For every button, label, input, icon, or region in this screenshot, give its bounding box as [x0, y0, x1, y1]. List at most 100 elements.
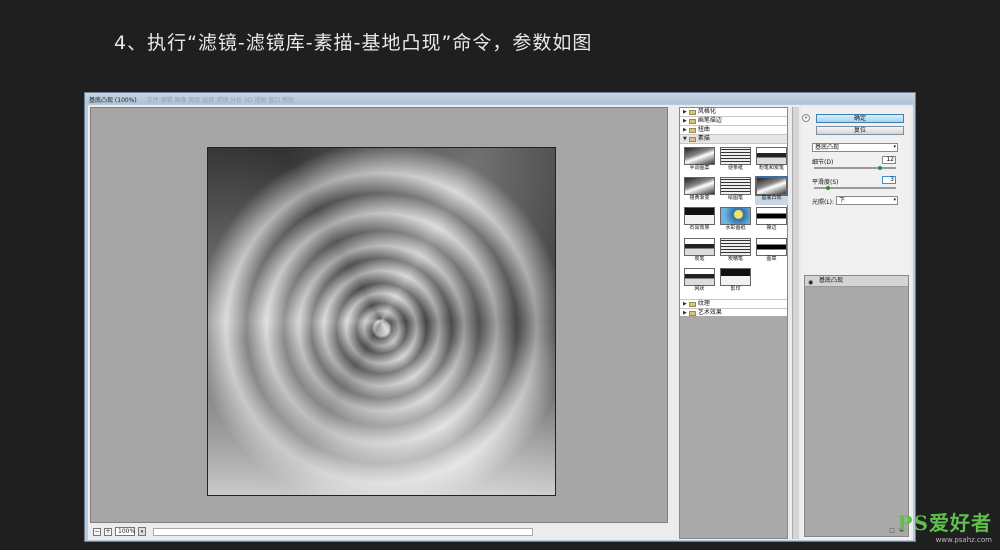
- smoothness-slider-knob[interactable]: [826, 186, 830, 190]
- gallery-empty-area: [680, 316, 787, 538]
- filter-thumbnail-label: 水彩画纸: [725, 225, 746, 232]
- folder-icon: [688, 310, 696, 316]
- dialog-titlebar[interactable]: 基底凸现 (100%) 文件 编辑 图像 图层 选择 滤镜 分析 3D 视图 窗…: [85, 93, 915, 104]
- filter-thumbnail-image: [755, 176, 788, 197]
- filter-thumbnail-image: [756, 237, 787, 256]
- smoothness-value-field[interactable]: 3: [882, 176, 896, 184]
- category-stylize[interactable]: ▶ 风格化: [680, 108, 787, 117]
- preview-area[interactable]: [90, 107, 668, 523]
- collapsed-triangle-icon: ▶: [683, 127, 687, 133]
- gallery-vertical-scrollbar[interactable]: [792, 107, 799, 539]
- watermark-url: www.psahz.com: [935, 536, 992, 544]
- preview-horizontal-scrollbar[interactable]: [153, 527, 533, 536]
- detail-label: 细节(D): [812, 159, 834, 166]
- filter-thumbnail-image: [720, 267, 751, 286]
- filter-thumbnail-label: 炭笔: [694, 255, 705, 262]
- detail-value-field[interactable]: 12: [882, 156, 896, 164]
- filter-thumbnail[interactable]: 水彩画纸: [719, 207, 752, 235]
- filter-thumbnail-image: [720, 237, 751, 256]
- new-effect-layer-icon[interactable]: □: [889, 527, 895, 534]
- filter-thumbnail[interactable]: 撕边: [755, 207, 788, 235]
- eye-icon[interactable]: ◉: [808, 278, 813, 288]
- reset-button[interactable]: 复位: [816, 126, 904, 135]
- filter-thumbnail-label: 粉笔和炭笔: [758, 165, 784, 171]
- filter-thumbnail-label: 铬黄渐变: [689, 195, 710, 202]
- filter-select-value: 基底凸现: [815, 144, 840, 151]
- filter-thumbnail[interactable]: 半调图案: [683, 147, 716, 175]
- filter-thumbnail-label: 图章: [766, 255, 777, 262]
- category-distort[interactable]: ▶ 扭曲: [680, 126, 787, 135]
- filter-thumbnail[interactable]: 炭精笔: [719, 237, 752, 266]
- zoom-dropdown-icon[interactable]: ▾: [138, 527, 146, 536]
- ok-button[interactable]: 确定: [816, 114, 904, 123]
- filter-thumbnail-image: [684, 177, 715, 196]
- collapsed-triangle-icon: ▶: [683, 301, 687, 307]
- watermark: PS爱好者 www.psahz.com: [898, 507, 992, 544]
- expanded-triangle-icon: ▼: [683, 136, 687, 142]
- category-sketch[interactable]: ▼ 素描: [680, 135, 787, 144]
- filter-thumbnail-image: [720, 177, 751, 196]
- dialog-body: − + 100% ▾ ▶ 风格化 ▶ 画笔描边 ▶ 扭曲 ▼ 素描 半调图案 便…: [88, 105, 913, 540]
- filter-thumbnail-image: [684, 207, 715, 226]
- filter-thumbnail-label: 绘图笔: [727, 195, 743, 202]
- filter-thumbnail[interactable]: 图章: [755, 237, 788, 266]
- preview-image: [207, 147, 556, 496]
- folder-icon: [688, 301, 696, 307]
- filter-thumbnail-label: 炭精笔: [727, 255, 743, 262]
- folder-icon: [688, 127, 696, 133]
- collapsed-triangle-icon: ▶: [683, 109, 687, 115]
- preview-statusbar: − + 100% ▾: [90, 525, 668, 538]
- category-texture[interactable]: ▶ 纹理: [680, 300, 787, 309]
- light-select-value: 下: [839, 197, 846, 204]
- filter-thumbnail[interactable]: 便条纸: [719, 147, 752, 175]
- filter-thumbnail-image: [756, 147, 787, 165]
- filter-thumbnail[interactable]: 石膏效果: [683, 207, 716, 235]
- category-label: 扭曲: [697, 126, 710, 133]
- category-brush-strokes[interactable]: ▶ 画笔描边: [680, 117, 787, 126]
- chevron-down-icon: ▾: [893, 197, 896, 203]
- collapsed-triangle-icon: ▶: [683, 118, 687, 124]
- category-label: 风格化: [697, 108, 716, 115]
- open-folder-icon: [688, 136, 696, 142]
- effect-layers-panel: ◉ 基底凸现 □ ✖: [804, 275, 909, 537]
- detail-slider-track[interactable]: [814, 167, 896, 169]
- collapse-gallery-icon[interactable]: «: [802, 114, 810, 122]
- smoothness-label: 平滑度(S): [812, 179, 839, 186]
- filter-thumbnail-label: 石膏效果: [689, 225, 710, 232]
- filter-thumbnail[interactable]: 粉笔和炭笔: [755, 147, 788, 175]
- filter-thumbnail-image: [684, 237, 715, 256]
- filter-thumbnail-image: [720, 147, 751, 165]
- settings-panel: « 确定 复位 基底凸现 ▾ 细节(D) 12 平滑度(S) 3 光照(L): …: [802, 107, 911, 539]
- filter-thumbnail[interactable]: 影印: [719, 267, 752, 296]
- filter-thumbnail-label: 基底凸现: [761, 195, 782, 202]
- filter-thumbnail[interactable]: 网状: [683, 267, 716, 296]
- filter-thumbnail-image: [684, 267, 715, 286]
- filter-thumbnail[interactable]: 基底凸现: [755, 176, 788, 206]
- filter-select[interactable]: 基底凸现 ▾: [812, 143, 898, 152]
- filter-thumbnail[interactable]: 绘图笔: [719, 177, 752, 205]
- detail-slider-knob[interactable]: [878, 166, 882, 170]
- category-label: 画笔描边: [697, 117, 722, 124]
- light-select[interactable]: 下 ▾: [836, 196, 898, 205]
- filter-thumbnail-label: 撕边: [766, 225, 777, 232]
- filter-thumbnail-image: [720, 207, 751, 226]
- filter-thumbnail[interactable]: 炭笔: [683, 237, 716, 266]
- filter-gallery-dialog: 基底凸现 (100%) 文件 编辑 图像 图层 选择 滤镜 分析 3D 视图 窗…: [84, 92, 916, 542]
- filter-thumbnail-label: 半调图案: [689, 165, 710, 171]
- filter-thumbnail-label: 便条纸: [727, 165, 743, 171]
- effect-layer-row[interactable]: ◉ 基底凸现: [805, 276, 908, 287]
- zoom-in-button[interactable]: +: [104, 527, 112, 536]
- category-label: 纹理: [697, 300, 710, 307]
- effect-layer-name: 基底凸现: [819, 277, 844, 284]
- folder-icon: [688, 118, 696, 124]
- filter-thumbnail-label: 网状: [694, 285, 705, 292]
- instruction-text: 4、执行“滤镜-滤镜库-素描-基地凸现”命令，参数如图: [114, 32, 593, 54]
- zoom-out-button[interactable]: −: [93, 527, 101, 536]
- light-label: 光照(L):: [812, 199, 835, 206]
- zoom-level-field[interactable]: 100%: [115, 527, 135, 536]
- chevron-down-icon: ▾: [893, 144, 896, 150]
- filter-thumbnail-label: 影印: [730, 285, 741, 292]
- dialog-title: 基底凸现 (100%): [89, 97, 137, 104]
- preview-image-fade: [208, 338, 555, 495]
- filter-thumbnail[interactable]: 铬黄渐变: [683, 177, 716, 205]
